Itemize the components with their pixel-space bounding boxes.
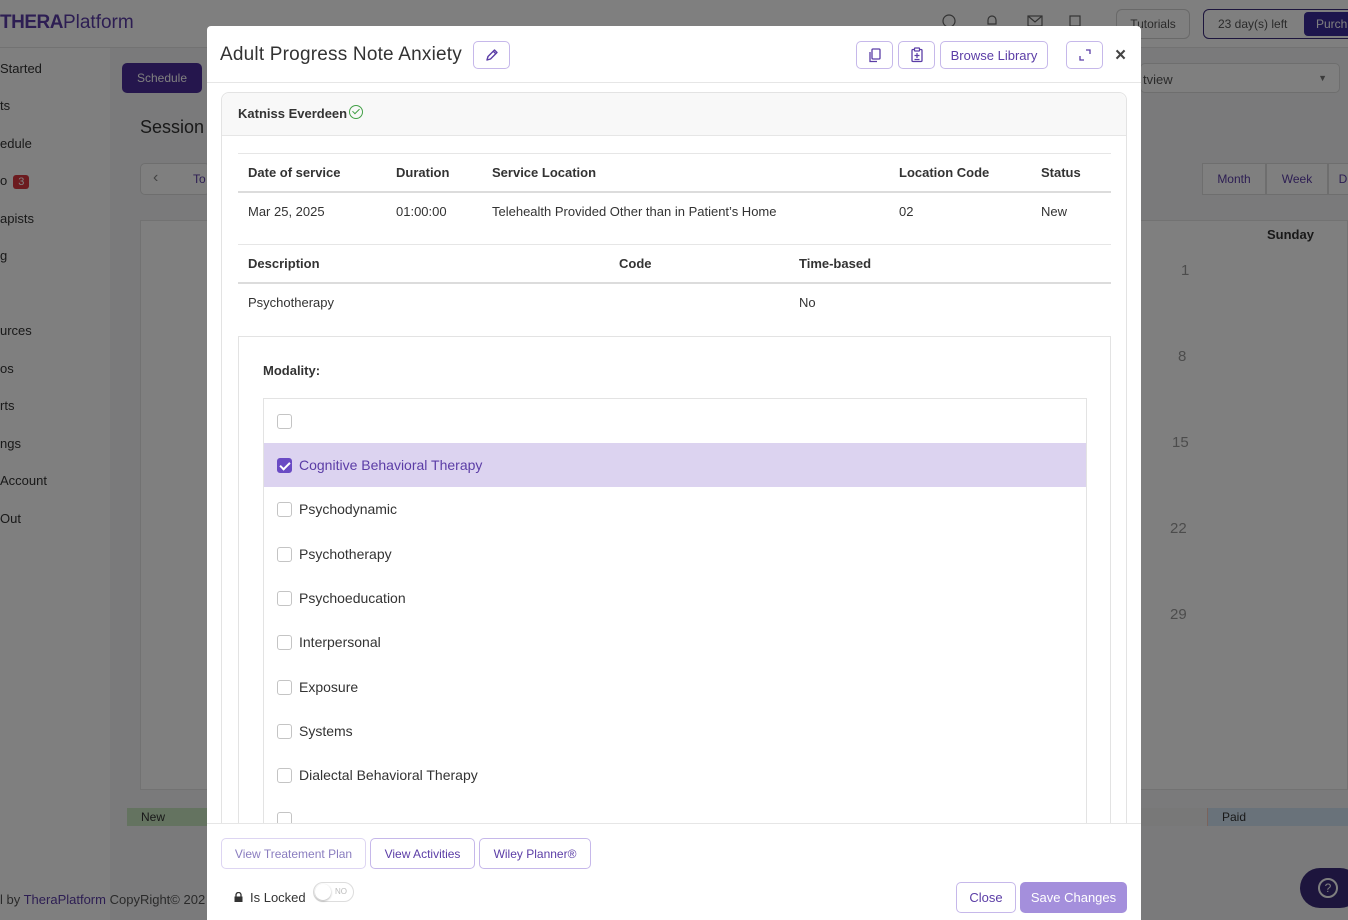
modality-option-label: Psychodynamic: [299, 501, 398, 517]
cell-status: New: [1041, 204, 1068, 219]
modality-section: Modality: Cognitive Behavioral Therapy P…: [238, 336, 1111, 823]
modal-header: Adult Progress Note Anxiety Browse Libra…: [207, 26, 1141, 83]
toggle-state: NO: [335, 887, 347, 896]
close-icon[interactable]: ×: [1115, 45, 1126, 67]
table-divider: [238, 191, 1111, 193]
modality-options: Cognitive Behavioral Therapy Psychodynam…: [263, 398, 1087, 823]
progress-note-modal: Adult Progress Note Anxiety Browse Libra…: [207, 26, 1141, 920]
modality-option-psychotherapy[interactable]: Psychotherapy: [264, 532, 1086, 576]
modality-option-blank-bottom[interactable]: [264, 797, 1086, 823]
client-card: Katniss Everdeen Date of service Duratio…: [221, 92, 1127, 823]
modality-option-systems[interactable]: Systems: [264, 709, 1086, 753]
wiley-planner-button[interactable]: Wiley Planner®: [479, 838, 591, 869]
modality-option-psychoeducation[interactable]: Psychoeducation: [264, 576, 1086, 620]
header-location-code: Location Code: [899, 165, 990, 180]
save-changes-button[interactable]: Save Changes: [1020, 882, 1127, 913]
modal-body[interactable]: Katniss Everdeen Date of service Duratio…: [207, 83, 1141, 823]
cell-description: Psychotherapy: [248, 295, 334, 310]
checkbox[interactable]: [277, 724, 292, 739]
table-divider: [238, 153, 1111, 154]
header-time-based: Time-based: [799, 256, 872, 271]
modality-option-dbt[interactable]: Dialectal Behavioral Therapy: [264, 753, 1086, 797]
modality-option-interpersonal[interactable]: Interpersonal: [264, 620, 1086, 664]
header-status: Status: [1041, 165, 1081, 180]
modality-option-label: Psychoeducation: [299, 590, 406, 606]
modality-option-psychodynamic[interactable]: Psychodynamic: [264, 487, 1086, 531]
checkbox[interactable]: [277, 414, 292, 429]
cell-date-of-service: Mar 25, 2025: [248, 204, 325, 219]
copy-icon: [868, 47, 881, 62]
client-header: Katniss Everdeen: [222, 93, 1126, 136]
checkbox[interactable]: [277, 635, 292, 650]
browse-library-button[interactable]: Browse Library: [940, 41, 1048, 69]
table-divider: [238, 282, 1111, 284]
modality-option-label: Psychotherapy: [299, 546, 392, 562]
lock-toggle[interactable]: NO: [313, 882, 354, 902]
clipboard-icon: [910, 47, 923, 63]
checkbox-checked[interactable]: [277, 458, 292, 473]
modality-option-blank[interactable]: [264, 399, 1086, 443]
modality-option-label: Systems: [299, 723, 353, 739]
checkbox[interactable]: [277, 502, 292, 517]
modality-option-label: Cognitive Behavioral Therapy: [299, 457, 483, 473]
client-name: Katniss Everdeen: [238, 106, 348, 121]
cell-service-location: Telehealth Provided Other than in Patien…: [492, 204, 777, 219]
header-duration: Duration: [396, 165, 450, 180]
checkbox[interactable]: [277, 680, 292, 695]
toggle-knob: [315, 884, 331, 900]
modal-footer: View Treatement Plan View Activities Wil…: [207, 823, 1141, 920]
edit-title-button[interactable]: [473, 41, 510, 69]
expand-icon: [1078, 49, 1091, 61]
modality-label: Modality:: [263, 363, 321, 378]
cell-duration: 01:00:00: [396, 204, 447, 219]
view-activities-button[interactable]: View Activities: [370, 838, 475, 869]
close-button[interactable]: Close: [956, 882, 1016, 913]
modality-option-label: Dialectal Behavioral Therapy: [299, 767, 478, 783]
checkbox[interactable]: [277, 768, 292, 783]
copy-button[interactable]: [856, 41, 893, 69]
header-date-of-service: Date of service: [248, 165, 341, 180]
view-treatment-plan-button[interactable]: View Treatement Plan: [221, 838, 366, 869]
verified-check-icon: [349, 105, 363, 119]
header-code: Code: [619, 256, 652, 271]
modal-title: Adult Progress Note Anxiety: [220, 44, 462, 65]
checkbox[interactable]: [277, 812, 292, 823]
modality-option-exposure[interactable]: Exposure: [264, 665, 1086, 709]
cell-time-based: No: [799, 295, 816, 310]
expand-button[interactable]: [1066, 41, 1103, 69]
modality-option-label: Interpersonal: [299, 634, 381, 650]
modality-option-cbt[interactable]: Cognitive Behavioral Therapy: [264, 443, 1086, 487]
cell-location-code: 02: [899, 204, 914, 219]
checkbox[interactable]: [277, 591, 292, 606]
is-locked-label: Is Locked: [250, 890, 306, 905]
pencil-icon: [485, 49, 498, 61]
header-description: Description: [248, 256, 320, 271]
modality-option-label: Exposure: [299, 679, 359, 695]
checkbox[interactable]: [277, 547, 292, 562]
paste-note-button[interactable]: [898, 41, 935, 69]
table-divider: [238, 244, 1111, 245]
lock-icon: [234, 892, 243, 902]
header-service-location: Service Location: [492, 165, 597, 180]
